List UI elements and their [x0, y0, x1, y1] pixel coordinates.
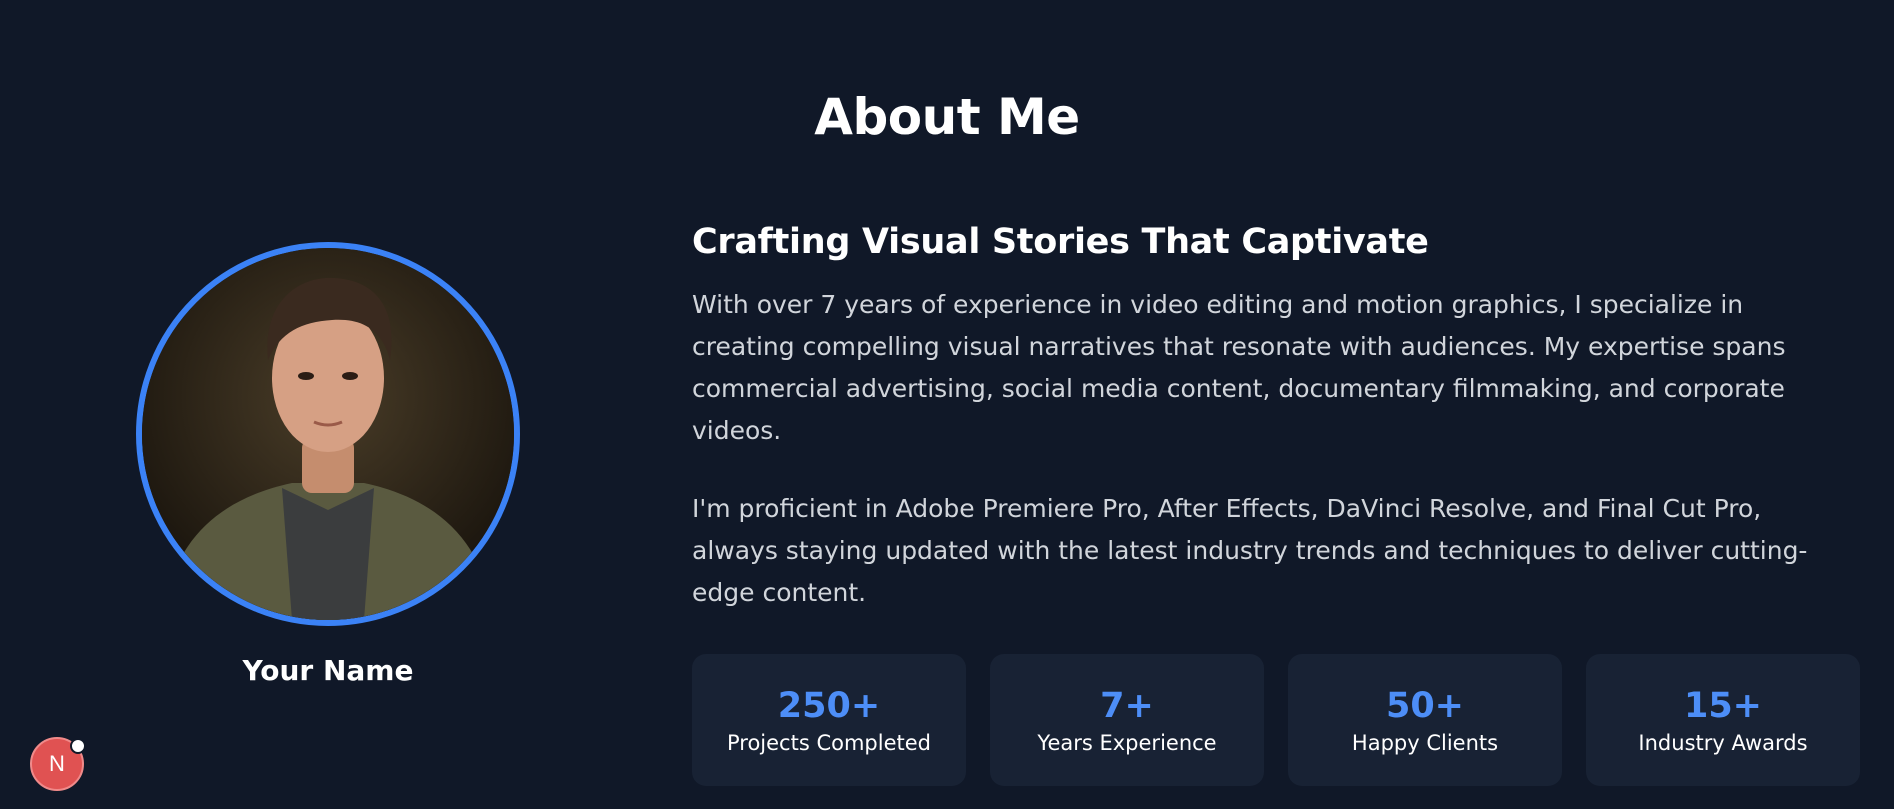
stat-card: 250+ Projects Completed — [692, 654, 966, 786]
stat-card: 7+ Years Experience — [990, 654, 1264, 786]
stat-label: Happy Clients — [1351, 731, 1499, 755]
section-title: About Me — [814, 88, 1080, 146]
dev-tools-status-dot — [70, 738, 86, 754]
stat-value: 50+ — [1385, 686, 1465, 726]
stat-value: 7+ — [1100, 686, 1154, 726]
stats-row: 250+ Projects Completed 7+ Years Experie… — [692, 654, 1862, 786]
about-content: Crafting Visual Stories That Captivate W… — [692, 222, 1862, 786]
stat-card: 50+ Happy Clients — [1288, 654, 1562, 786]
about-section: About Me Your Name Crafting Visual Stori… — [0, 0, 1894, 809]
stat-label: Projects Completed — [726, 731, 931, 755]
stat-value: 15+ — [1683, 686, 1763, 726]
about-subtitle: Crafting Visual Stories That Captivate — [692, 222, 1429, 262]
about-paragraph: I'm proficient in Adobe Premiere Pro, Af… — [692, 494, 1808, 607]
profile-card: Your Name — [136, 242, 520, 687]
stat-value: 250+ — [777, 686, 881, 726]
profile-photo-icon — [142, 248, 514, 620]
profile-avatar — [136, 242, 520, 626]
about-paragraph: With over 7 years of experience in video… — [692, 290, 1786, 445]
stat-label: Industry Awards — [1638, 731, 1808, 755]
stat-label: Years Experience — [1037, 731, 1217, 755]
dev-tools-icon: N — [49, 751, 65, 776]
profile-name: Your Name — [242, 654, 414, 687]
stat-card: 15+ Industry Awards — [1586, 654, 1860, 786]
